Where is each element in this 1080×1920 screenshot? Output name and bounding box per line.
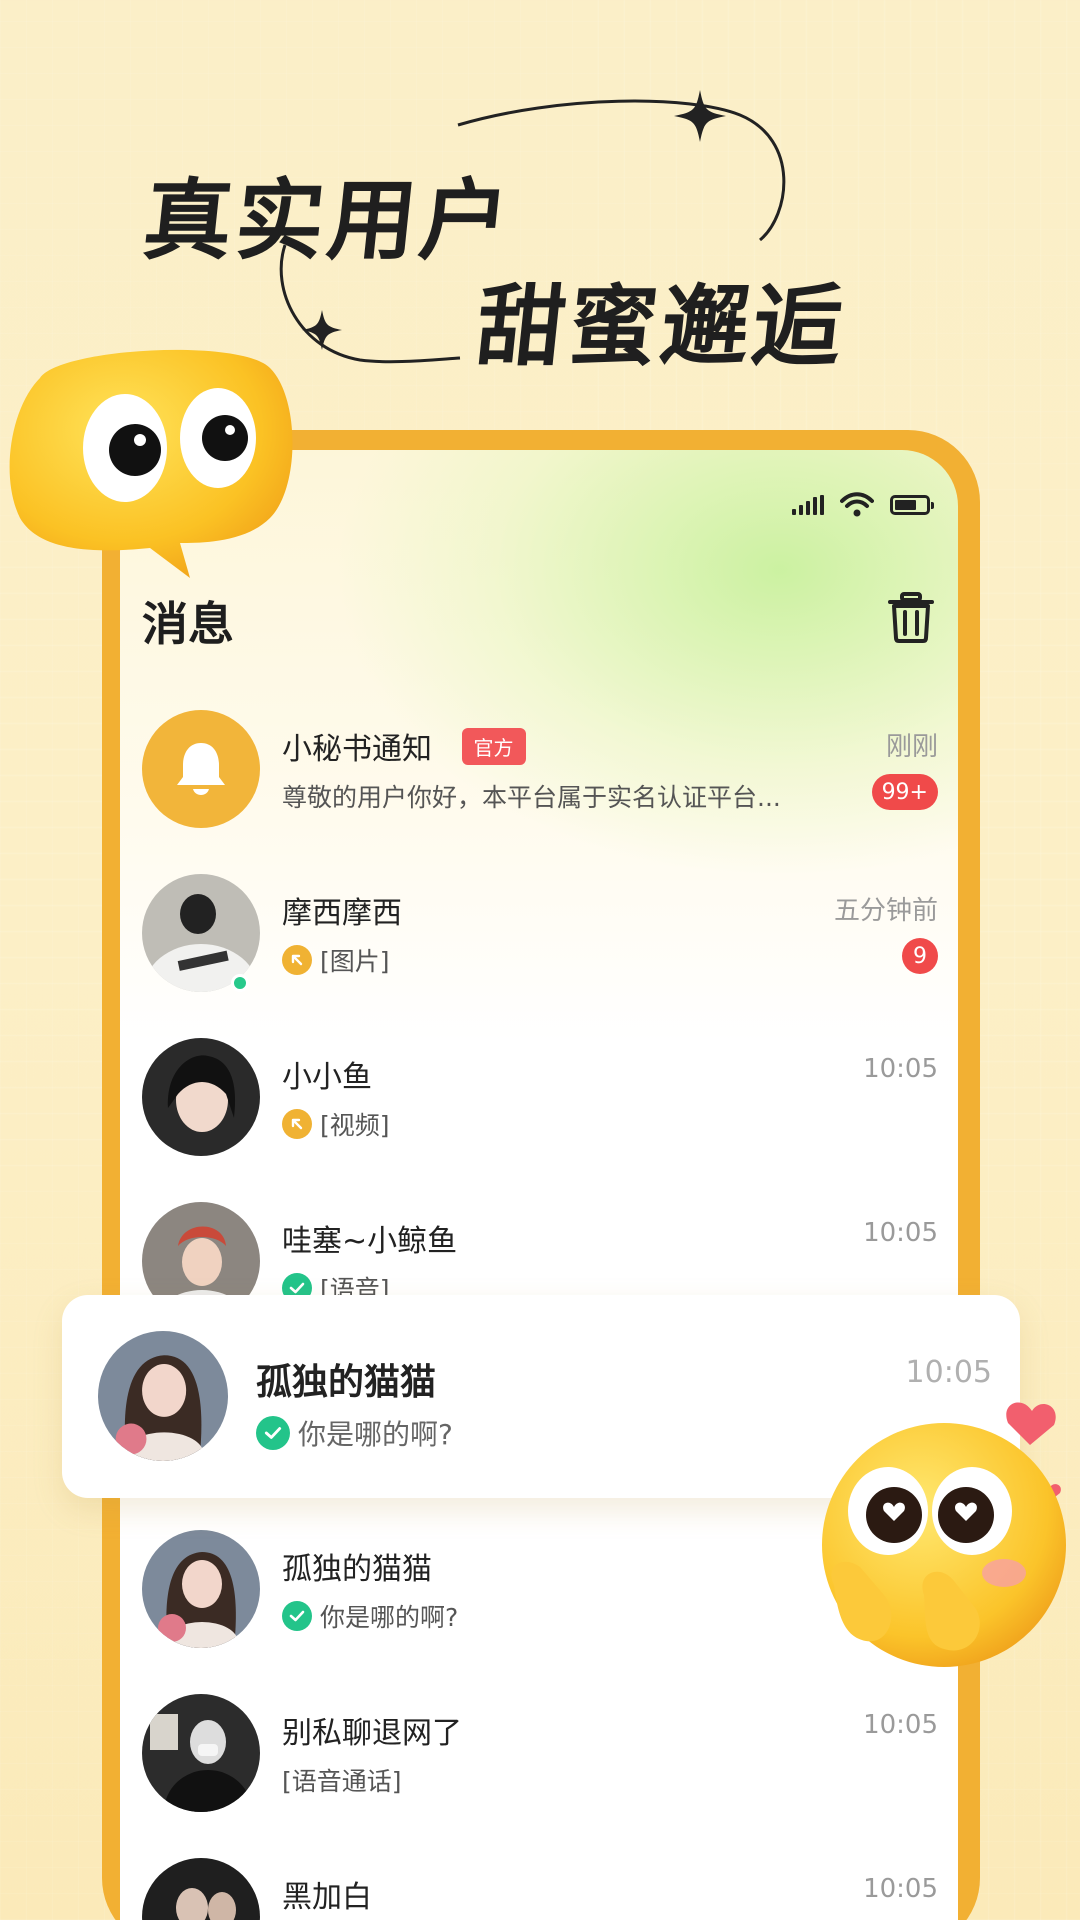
contact-name: 黑加白	[282, 1880, 372, 1915]
bell-icon	[142, 710, 260, 828]
list-item[interactable]: 别私聊退网了 [语音通话] 10:05	[120, 1670, 958, 1834]
contact-name: 孤独的猫猫	[256, 1362, 437, 1403]
message-time: 10:05	[863, 1710, 938, 1740]
arrow-up-left-icon	[282, 1109, 312, 1139]
message-preview: [语音通话]	[282, 1767, 402, 1796]
message-preview: [图片]	[320, 947, 390, 976]
wifi-icon	[840, 492, 874, 517]
unread-badge: 99+	[871, 774, 938, 810]
message-time: 刚刚	[885, 732, 938, 762]
avatar	[142, 1694, 260, 1812]
heart-icon	[1006, 1402, 1056, 1445]
arrow-up-left-icon	[282, 945, 312, 975]
headline: 真实用户 甜蜜邂逅	[0, 0, 1080, 380]
avatar	[142, 1038, 260, 1156]
contact-name: 小秘书通知	[282, 732, 432, 767]
message-time: 10:05	[863, 1054, 938, 1084]
message-preview: 尊敬的用户你好，本平台属于实名认证平台...	[282, 783, 781, 812]
avatar	[142, 1530, 260, 1648]
sparkle-icon	[674, 90, 726, 142]
page-title: 消息	[142, 597, 234, 651]
contact-name: 小小鱼	[282, 1060, 372, 1095]
phone-screen: 消息 小秘书通知 官方 尊敬的用户你好，本平台属于实名认证平台... 刚刚 99…	[120, 450, 958, 1920]
contact-name: 哇塞~小鲸鱼	[282, 1224, 458, 1259]
contact-name: 孤独的猫猫	[282, 1552, 432, 1587]
message-time: 10:05	[905, 1355, 992, 1390]
check-icon	[282, 1601, 312, 1631]
message-preview: 你是哪的啊?	[320, 1603, 459, 1632]
heart-eyes-emoji-mascot	[822, 1402, 1066, 1667]
headline-line2: 甜蜜邂逅	[471, 275, 851, 378]
list-item[interactable]: 黑加白 10:05	[120, 1834, 958, 1920]
message-time: 10:05	[863, 1874, 938, 1904]
signal-icon	[792, 495, 824, 515]
list-item[interactable]: 摩西摩西 [图片] 五分钟前 9	[120, 850, 958, 1014]
contact-name: 别私聊退网了	[282, 1716, 462, 1751]
trash-icon[interactable]	[884, 590, 938, 644]
message-time: 五分钟前	[833, 896, 938, 926]
message-preview: 你是哪的啊?	[298, 1418, 453, 1451]
headline-line1: 真实用户	[138, 169, 518, 272]
official-tag: 官方	[461, 728, 526, 765]
list-item[interactable]: 小秘书通知 官方 尊敬的用户你好，本平台属于实名认证平台... 刚刚 99+	[120, 686, 958, 850]
battery-icon	[890, 495, 934, 515]
contact-name: 摩西摩西	[282, 896, 402, 931]
list-item[interactable]: 小小鱼 [视频] 10:05	[120, 1014, 958, 1178]
check-icon	[256, 1416, 290, 1450]
online-indicator	[231, 974, 249, 992]
unread-badge: 9	[902, 938, 938, 974]
avatar	[142, 1858, 260, 1920]
sparkle-icon	[302, 310, 342, 350]
avatar	[98, 1331, 228, 1461]
message-preview: [视频]	[320, 1111, 390, 1140]
speech-bubble-mascot	[9, 349, 293, 578]
status-bar	[792, 490, 934, 520]
message-time: 10:05	[863, 1218, 938, 1248]
